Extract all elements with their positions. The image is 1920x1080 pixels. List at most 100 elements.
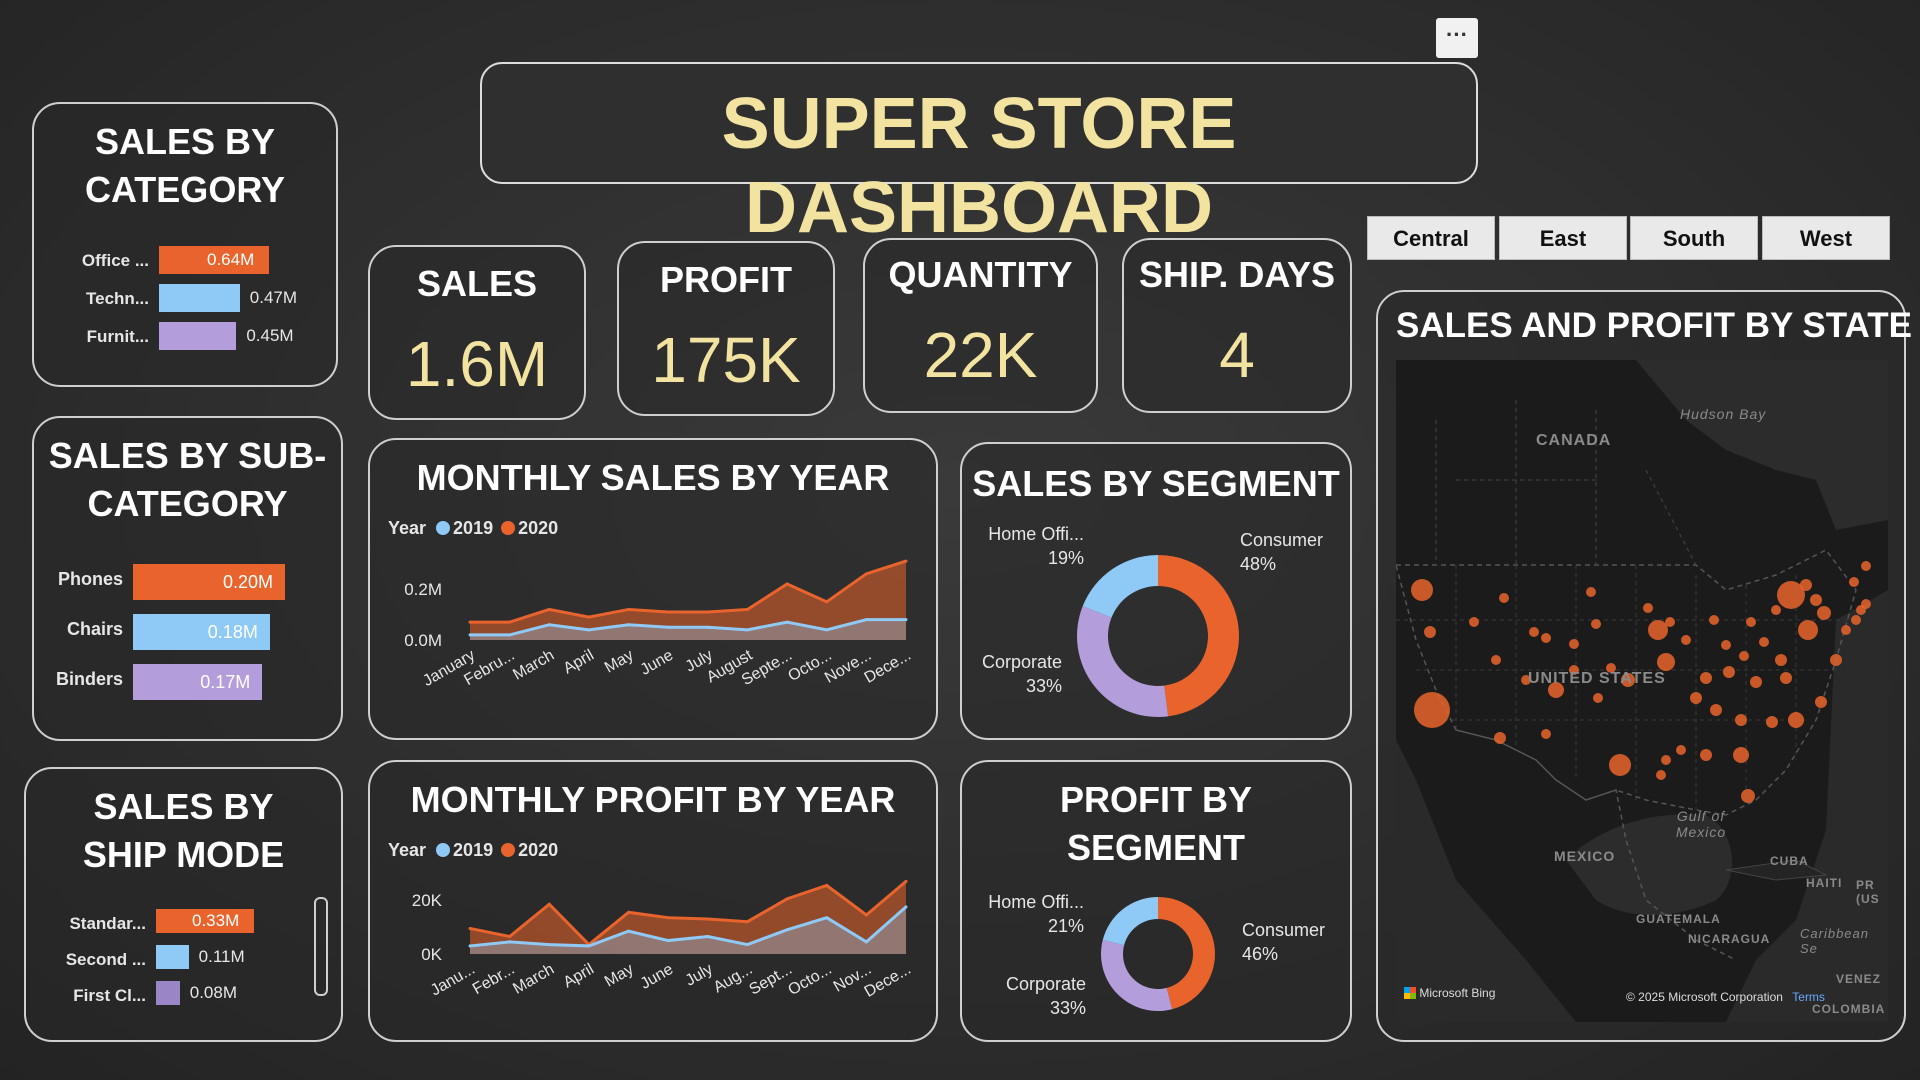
state-bubble[interactable] — [1676, 745, 1686, 755]
state-bubble[interactable] — [1469, 617, 1479, 627]
bar-row[interactable]: Office ... 0.64M — [34, 246, 340, 276]
state-bubble[interactable] — [1591, 619, 1601, 629]
legend-2020[interactable]: 2020 — [518, 518, 558, 538]
state-bubble[interactable] — [1690, 692, 1702, 704]
state-bubble[interactable] — [1643, 603, 1653, 613]
bar-row[interactable]: First Cl... 0.08M — [26, 981, 326, 1011]
bar-row[interactable]: Techn... 0.47M — [34, 284, 340, 314]
state-bubble[interactable] — [1771, 605, 1781, 615]
state-bubble[interactable] — [1491, 655, 1501, 665]
monthly-sales-card: MONTHLY SALES BY YEAR Year 2019 2020 0.0M 0… — [368, 438, 938, 740]
bar-row[interactable]: Phones 0.20M — [34, 564, 345, 600]
monthly-sales-title: MONTHLY SALES BY YEAR — [416, 457, 890, 498]
state-bubble[interactable] — [1766, 716, 1778, 728]
state-bubble[interactable] — [1648, 620, 1668, 640]
map-canvas[interactable]: CANADA Hudson Bay UNITED STATES MEXICO G… — [1396, 360, 1888, 1022]
state-bubble[interactable] — [1661, 755, 1671, 765]
sales-profit-map-card: SALES AND PROFIT BY STATE CANADA Hudson … — [1376, 290, 1912, 1042]
state-bubble[interactable] — [1700, 672, 1712, 684]
sales-consumer-pct: 48% — [1240, 554, 1277, 574]
donut-slice-Home Offi...[interactable] — [1082, 555, 1158, 618]
state-bubble[interactable] — [1709, 615, 1719, 625]
x-tick-label: Aug... — [711, 961, 756, 997]
point-2020 — [864, 572, 868, 576]
region-slicer-east[interactable]: East — [1499, 216, 1627, 260]
bar[interactable] — [156, 981, 180, 1005]
legend-2019[interactable]: 2019 — [453, 840, 493, 860]
state-bubble[interactable] — [1681, 635, 1691, 645]
state-bubble[interactable] — [1741, 789, 1755, 803]
donut-slice-Consumer[interactable] — [1158, 555, 1240, 717]
state-bubble[interactable] — [1750, 676, 1762, 688]
state-bubble[interactable] — [1494, 732, 1506, 744]
map-label-haiti: HAITI — [1806, 876, 1843, 890]
state-bubble[interactable] — [1780, 672, 1792, 684]
state-bubble[interactable] — [1798, 620, 1818, 640]
state-bubble[interactable] — [1841, 625, 1851, 635]
state-bubble[interactable] — [1424, 626, 1436, 638]
state-bubble[interactable] — [1593, 693, 1603, 703]
state-bubble[interactable] — [1775, 654, 1787, 666]
state-bubble[interactable] — [1810, 594, 1822, 606]
state-bubble[interactable] — [1411, 579, 1433, 601]
sales-consumer-name: Consumer — [1240, 530, 1324, 550]
monthly-sales-legend: Year 2019 2020 — [388, 518, 558, 539]
state-bubble[interactable] — [1861, 599, 1871, 609]
bar-row[interactable]: Second ... 0.11M — [26, 945, 326, 975]
state-bubble[interactable] — [1569, 639, 1579, 649]
bar[interactable] — [159, 322, 237, 350]
state-bubble[interactable] — [1800, 579, 1812, 591]
x-tick-label: Janu... — [428, 961, 478, 1000]
bar-row[interactable]: Chairs 0.18M — [34, 614, 345, 650]
region-slicer-west[interactable]: West — [1762, 216, 1890, 260]
state-bubble[interactable] — [1788, 712, 1804, 728]
state-bubble[interactable] — [1723, 666, 1735, 678]
bar[interactable] — [156, 945, 189, 969]
legend-2019[interactable]: 2019 — [453, 518, 493, 538]
state-bubble[interactable] — [1815, 696, 1827, 708]
state-bubble[interactable] — [1541, 729, 1551, 739]
state-bubble[interactable] — [1735, 714, 1747, 726]
sales-by-shipmode-card: SALES BY SHIP MODE Standar... 0.33M Second… — [24, 767, 343, 1042]
bar-row[interactable]: Binders 0.17M — [34, 664, 345, 700]
state-bubble[interactable] — [1861, 561, 1871, 571]
state-bubble[interactable] — [1414, 692, 1450, 728]
state-bubble[interactable] — [1499, 593, 1509, 603]
state-bubble[interactable] — [1609, 754, 1631, 776]
map-terms-link[interactable]: Terms — [1792, 990, 1825, 1004]
state-bubble[interactable] — [1541, 633, 1551, 643]
state-bubble[interactable] — [1586, 587, 1596, 597]
state-bubble[interactable] — [1721, 640, 1731, 650]
kpi-shipdays-label: SHIP. DAYS — [1138, 254, 1336, 295]
x-tick-label: March — [510, 647, 557, 684]
state-bubble[interactable] — [1657, 653, 1675, 671]
state-bubble[interactable] — [1656, 770, 1666, 780]
region-slicer-south[interactable]: South — [1630, 216, 1758, 260]
state-bubble[interactable] — [1739, 651, 1749, 661]
map-label-colombia: COLOMBIA — [1812, 1002, 1886, 1016]
legend-2020[interactable]: 2020 — [518, 840, 558, 860]
bar-row[interactable]: Standar... 0.33M — [26, 909, 326, 939]
shipmode-scrollbar[interactable] — [314, 897, 328, 996]
state-bubble[interactable] — [1849, 577, 1859, 587]
state-bubble[interactable] — [1817, 606, 1831, 620]
state-bubble[interactable] — [1746, 617, 1756, 627]
bar[interactable] — [159, 284, 240, 312]
state-bubble[interactable] — [1830, 654, 1842, 666]
state-bubble[interactable] — [1733, 747, 1749, 763]
more-options-button[interactable]: ··· — [1436, 18, 1478, 58]
state-bubble[interactable] — [1759, 637, 1769, 647]
bing-label: Microsoft Bing — [1419, 986, 1496, 1000]
bar-row[interactable]: Furnit... 0.45M — [34, 322, 340, 352]
state-bubble[interactable] — [1529, 627, 1539, 637]
state-bubble[interactable] — [1700, 749, 1712, 761]
state-bubble[interactable] — [1710, 704, 1722, 716]
point-2019 — [547, 943, 551, 947]
donut-slice-Corporate[interactable] — [1077, 606, 1169, 717]
monthly-profit-title: MONTHLY PROFIT BY YEAR — [410, 779, 896, 820]
donut-slice-Home Offi...[interactable] — [1102, 897, 1158, 946]
region-slicer-central[interactable]: Central — [1367, 216, 1495, 260]
state-bubble[interactable] — [1665, 617, 1675, 627]
state-bubble[interactable] — [1851, 615, 1861, 625]
donut-slice-Corporate[interactable] — [1101, 939, 1173, 1011]
